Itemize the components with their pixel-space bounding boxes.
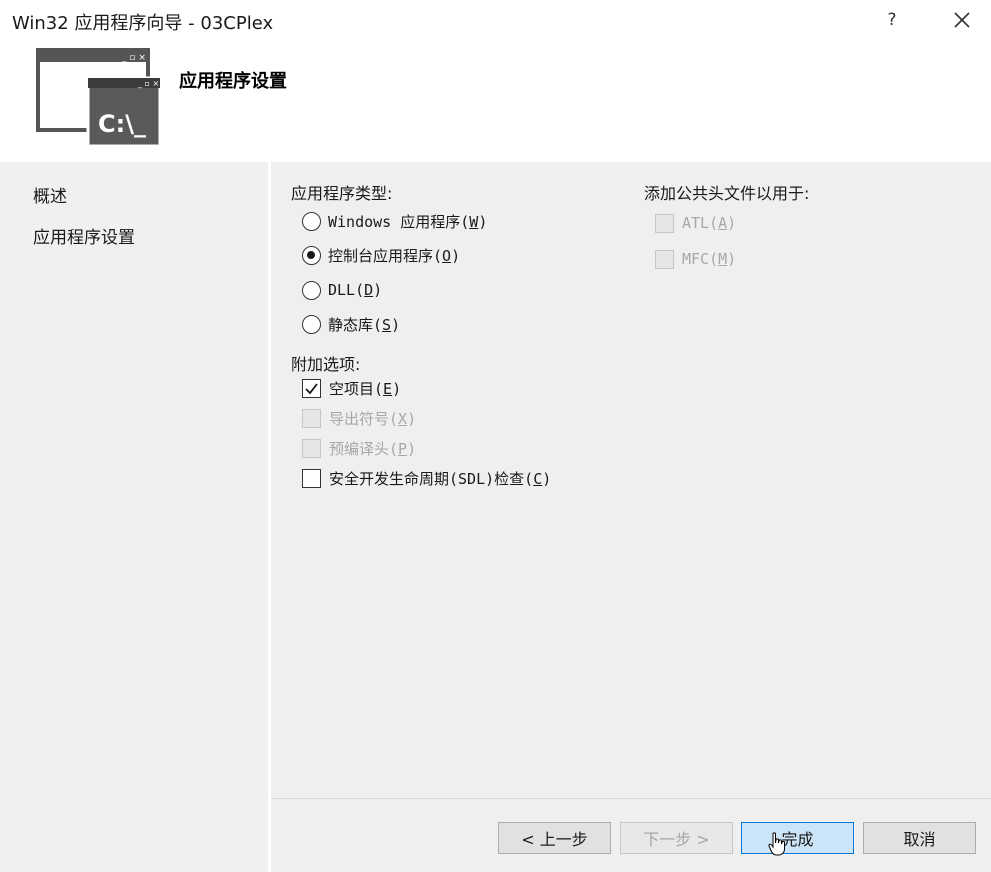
mnemonic: X xyxy=(398,409,408,428)
checkbox-sdl-checks[interactable]: 安全开发生命周期(SDL)检查(C) xyxy=(302,466,551,490)
close-icon xyxy=(954,12,970,28)
mnemonic: A xyxy=(718,214,728,232)
radio-dll[interactable]: DLL(D) xyxy=(302,278,382,302)
mnemonic: E xyxy=(383,379,393,398)
app-type-label: 应用程序类型: xyxy=(291,184,393,203)
option-label: MFC xyxy=(682,250,710,268)
option-label: 控制台应用程序 xyxy=(328,246,434,265)
settings-pane xyxy=(271,162,991,872)
finish-button[interactable]: 完成 xyxy=(741,822,854,854)
radio-console-app[interactable]: 控制台应用程序(O) xyxy=(302,243,460,267)
wizard-nav: 概述 应用程序设置 xyxy=(0,162,268,872)
radio-button[interactable] xyxy=(302,211,321,231)
option-label: 静态库 xyxy=(328,315,374,334)
svg-text:_ ▫ ×: _ ▫ × xyxy=(121,53,146,63)
checkbox-checked[interactable] xyxy=(302,378,321,398)
common-headers-label: 添加公共头文件以用于: xyxy=(644,184,810,203)
option-label: 导出符号 xyxy=(329,409,390,428)
option-label: ATL xyxy=(682,214,710,232)
radio-button[interactable] xyxy=(302,314,321,334)
option-label: 安全开发生命周期(SDL)检查 xyxy=(329,469,525,488)
mnemonic: P xyxy=(398,439,408,458)
radio-windows-app[interactable]: Windows 应用程序(W) xyxy=(302,209,487,233)
mnemonic: O xyxy=(442,246,452,265)
checkbox-disabled xyxy=(302,438,321,458)
next-button[interactable]: 下一步 > xyxy=(620,822,733,854)
console-prompt-text: C:\_ xyxy=(98,110,146,138)
help-button[interactable]: ? xyxy=(880,6,904,34)
wizard-header: _ ▫ × _ ▫ × C:\_ 应用程序设置 xyxy=(0,42,991,162)
cancel-button[interactable]: 取消 xyxy=(863,822,976,854)
svg-text:_ ▫ ×: _ ▫ × xyxy=(137,79,159,88)
option-label: 空项目 xyxy=(329,379,375,398)
additional-options-label: 附加选项: xyxy=(291,355,361,374)
checkbox[interactable] xyxy=(302,468,321,488)
checkbox-empty-project[interactable]: 空项目(E) xyxy=(302,376,401,400)
checkbox-disabled xyxy=(302,408,321,428)
checkbox-atl: ATL(A) xyxy=(655,211,736,235)
radio-button[interactable] xyxy=(302,280,321,300)
mnemonic: W xyxy=(469,212,479,231)
option-label: DLL xyxy=(328,281,356,299)
checkbox-disabled xyxy=(655,213,674,233)
prev-button[interactable]: < 上一步 xyxy=(498,822,611,854)
radio-static-lib[interactable]: 静态库(S) xyxy=(302,312,400,336)
window-title: Win32 应用程序向导 - 03CPlex xyxy=(12,13,274,34)
checkbox-export-symbols: 导出符号(X) xyxy=(302,406,416,430)
footer-separator xyxy=(271,798,991,799)
hand-cursor-icon xyxy=(768,832,785,856)
page-title: 应用程序设置 xyxy=(179,71,287,92)
option-label: Windows 应用程序 xyxy=(328,212,461,231)
mnemonic: M xyxy=(718,250,728,268)
nav-item-overview[interactable]: 概述 xyxy=(33,182,67,207)
checkmark-icon xyxy=(305,382,318,394)
mnemonic: C xyxy=(533,469,543,488)
console-window-icon: _ ▫ × _ ▫ × C:\_ xyxy=(36,48,166,150)
checkbox-mfc: MFC(M) xyxy=(655,247,736,271)
nav-item-app-settings[interactable]: 应用程序设置 xyxy=(33,223,135,248)
close-button[interactable] xyxy=(946,6,976,34)
option-label: 预编译头 xyxy=(329,439,390,458)
title-bar: Win32 应用程序向导 - 03CPlex ? xyxy=(0,0,991,42)
radio-button-selected[interactable] xyxy=(302,245,321,265)
checkbox-precompiled-header: 预编译头(P) xyxy=(302,436,416,460)
mnemonic: D xyxy=(364,281,374,299)
checkbox-disabled xyxy=(655,249,674,269)
mnemonic: S xyxy=(382,315,392,334)
